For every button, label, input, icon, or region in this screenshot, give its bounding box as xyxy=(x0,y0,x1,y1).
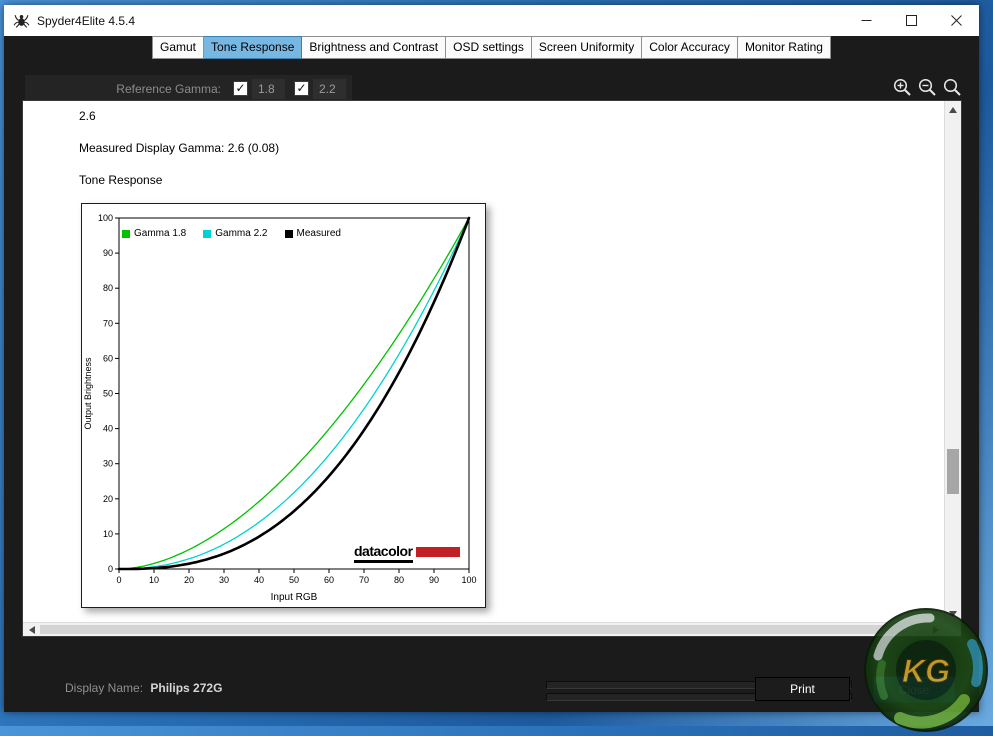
app-icon-spyder[interactable] xyxy=(13,12,30,29)
gamma-value-text: 2.6 xyxy=(79,109,96,123)
svg-text:80: 80 xyxy=(394,575,404,585)
svg-text:Output Brightness: Output Brightness xyxy=(83,357,93,430)
measured-gamma-text: Measured Display Gamma: 2.6 (0.08) xyxy=(79,141,280,155)
legend-item-measured: Measured xyxy=(284,228,341,239)
zoom-toolbar xyxy=(891,76,963,98)
window-controls xyxy=(844,5,979,36)
svg-text:100: 100 xyxy=(461,575,476,585)
svg-text:10: 10 xyxy=(149,575,159,585)
svg-text:50: 50 xyxy=(289,575,299,585)
zoom-fit-button[interactable] xyxy=(941,76,963,98)
tab-gamut[interactable]: Gamut xyxy=(152,36,205,59)
titlebar[interactable]: Spyder4Elite 4.5.4 xyxy=(4,5,979,36)
svg-text:20: 20 xyxy=(184,575,194,585)
svg-text:70: 70 xyxy=(103,318,113,328)
gamma-1-8-checkbox[interactable]: ✓ xyxy=(233,81,248,96)
legend-swatch-gamma-2-2 xyxy=(203,229,212,238)
kitguru-watermark-text: KG xyxy=(902,653,950,689)
legend-label-measured: Measured xyxy=(296,228,341,239)
datacolor-logo-red-bar xyxy=(415,547,460,557)
datacolor-logo-text: datacolor xyxy=(354,544,413,563)
svg-text:40: 40 xyxy=(254,575,264,585)
svg-text:90: 90 xyxy=(103,248,113,258)
display-name-label: Display Name: xyxy=(65,681,144,695)
tab-color-accuracy[interactable]: Color Accuracy xyxy=(642,36,738,59)
horizontal-scrollbar[interactable] xyxy=(23,622,944,636)
gamma-1-8-value: 1.8 xyxy=(252,78,285,99)
svg-text:10: 10 xyxy=(103,529,113,539)
scroll-left-button[interactable] xyxy=(24,623,39,636)
vertical-scrollbar[interactable] xyxy=(944,101,961,622)
close-window-button[interactable] xyxy=(934,5,979,36)
zoom-fit-icon xyxy=(943,78,961,96)
kitguru-watermark: KG xyxy=(864,608,988,732)
gamma-2-2-checkbox[interactable]: ✓ xyxy=(294,81,309,96)
tab-bar: Gamut Tone Response Brightness and Contr… xyxy=(4,36,979,59)
app-window: Spyder4Elite 4.5.4 Gamut Tone Response B… xyxy=(4,5,979,712)
report-panel: 2.6 Measured Display Gamma: 2.6 (0.08) T… xyxy=(22,100,962,637)
datacolor-logo: datacolor xyxy=(354,544,460,563)
tone-response-chart: 0 10 20 30 40 50 60 70 80 90 100 0 10 20 30 40 50 60 70 80 9… xyxy=(81,203,486,608)
svg-text:50: 50 xyxy=(103,389,113,399)
reference-gamma-toolbar: Reference Gamma: ✓ 1.8 ✓ 2.2 xyxy=(25,75,352,102)
chart-legend: Gamma 1.8 Gamma 2.2 Measured xyxy=(122,228,341,239)
svg-text:90: 90 xyxy=(429,575,439,585)
legend-item-gamma-2-2: Gamma 2.2 xyxy=(203,228,268,239)
tab-tone-response[interactable]: Tone Response xyxy=(204,36,303,59)
report-page: 2.6 Measured Display Gamma: 2.6 (0.08) T… xyxy=(23,101,944,622)
legend-swatch-measured xyxy=(284,229,293,238)
vertical-scrollbar-thumb[interactable] xyxy=(947,449,959,494)
display-name: Display Name: Philips 272G xyxy=(65,681,222,695)
maximize-icon xyxy=(906,15,917,26)
close-icon xyxy=(951,15,962,26)
tab-brightness-and-contrast[interactable]: Brightness and Contrast xyxy=(302,36,447,59)
window-title: Spyder4Elite 4.5.4 xyxy=(37,13,136,28)
minimize-icon xyxy=(861,20,872,21)
tab-osd-settings[interactable]: OSD settings xyxy=(446,36,532,59)
svg-text:80: 80 xyxy=(103,283,113,293)
zoom-in-icon xyxy=(893,78,911,96)
zoom-out-icon xyxy=(918,78,936,96)
svg-text:30: 30 xyxy=(103,459,113,469)
svg-text:60: 60 xyxy=(324,575,334,585)
svg-text:Input RGB: Input RGB xyxy=(271,592,318,603)
scroll-up-icon xyxy=(949,106,957,113)
reference-gamma-label: Reference Gamma: xyxy=(116,81,221,96)
legend-label-gamma-2-2: Gamma 2.2 xyxy=(215,228,268,239)
scroll-up-button[interactable] xyxy=(945,102,961,117)
svg-text:30: 30 xyxy=(219,575,229,585)
print-button[interactable]: Print xyxy=(755,677,850,701)
svg-text:100: 100 xyxy=(98,213,113,223)
maximize-button[interactable] xyxy=(889,5,934,36)
desktop-background: Spyder4Elite 4.5.4 Gamut Tone Response B… xyxy=(0,0,993,732)
horizontal-scrollbar-thumb[interactable] xyxy=(40,625,904,634)
svg-text:60: 60 xyxy=(103,353,113,363)
tab-screen-uniformity[interactable]: Screen Uniformity xyxy=(531,36,643,59)
scroll-left-icon xyxy=(28,625,35,634)
svg-text:20: 20 xyxy=(103,494,113,504)
svg-text:0: 0 xyxy=(108,564,113,574)
legend-label-gamma-1-8: Gamma 1.8 xyxy=(134,228,187,239)
minimize-button[interactable] xyxy=(844,5,889,36)
svg-text:70: 70 xyxy=(359,575,369,585)
zoom-in-button[interactable] xyxy=(891,76,913,98)
zoom-out-button[interactable] xyxy=(916,76,938,98)
legend-swatch-gamma-1-8 xyxy=(122,229,130,238)
svg-text:0: 0 xyxy=(116,575,121,585)
legend-item-gamma-1-8: Gamma 1.8 xyxy=(122,228,186,239)
gamma-2-2-value: 2.2 xyxy=(313,78,346,99)
tone-response-heading: Tone Response xyxy=(79,173,163,187)
svg-text:40: 40 xyxy=(103,424,113,434)
tab-monitor-rating[interactable]: Monitor Rating xyxy=(737,36,831,59)
display-name-value: Philips 272G xyxy=(150,681,223,695)
